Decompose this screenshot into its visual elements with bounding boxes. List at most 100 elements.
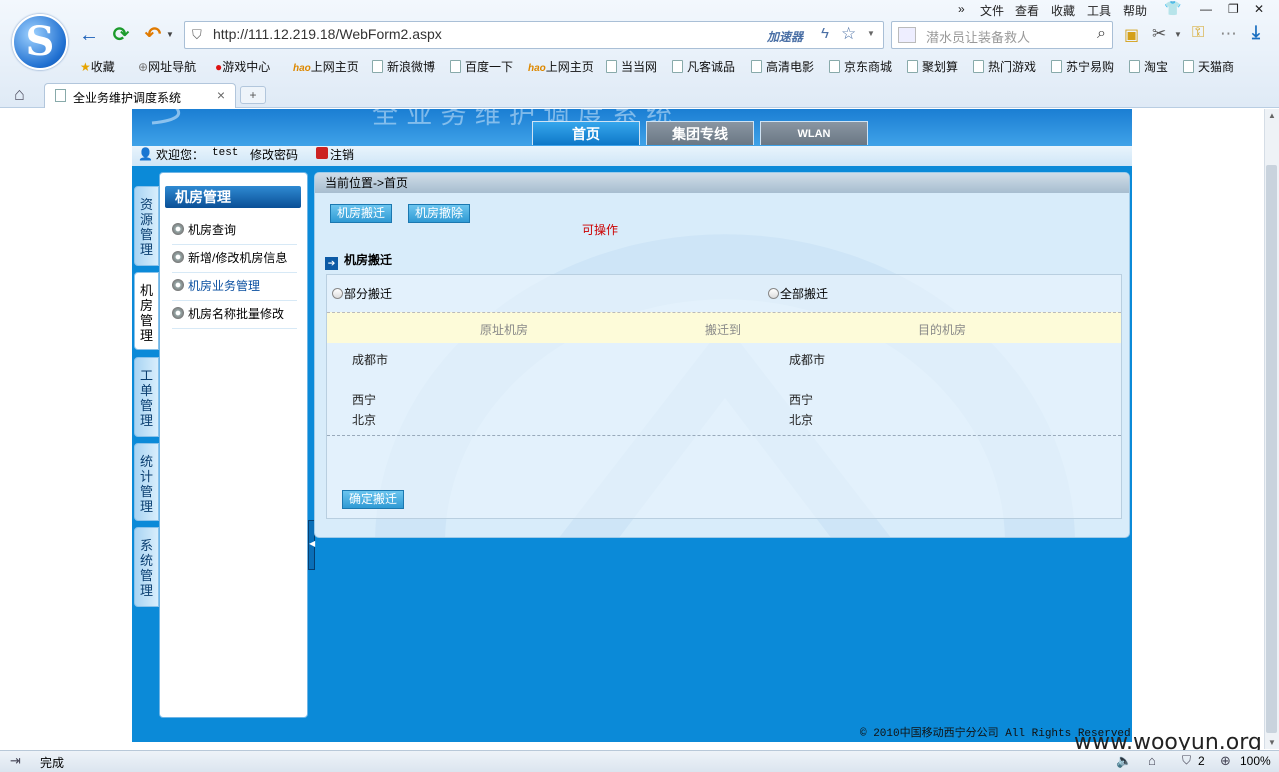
zoom-level[interactable]: 100% [1240,754,1271,768]
close-window-icon[interactable]: ✕ [1254,2,1264,16]
undo-icon[interactable]: ↶ [140,22,166,48]
change-password-link[interactable]: 修改密码 [250,146,298,163]
radio-icon[interactable] [768,288,779,299]
page-icon [829,60,840,73]
confirm-move-button[interactable]: 确定搬迁 [342,490,404,509]
arrow-right-icon: ➔ [325,257,338,270]
search-box[interactable]: 潜水员让装备救人 ⌕ [891,21,1113,49]
zoom-icon[interactable]: ⊕ [1220,753,1231,769]
gear-icon [172,279,184,291]
radio-icon[interactable] [332,288,343,299]
speaker-icon[interactable]: 🔈 [1116,753,1132,769]
target-room-item[interactable]: 西宁 [789,391,813,408]
url-text[interactable]: http://111.12.219.18/WebForm2.aspx [213,26,442,42]
network-icon[interactable]: ⌂ [1148,753,1156,768]
nav-tab-home[interactable]: 首页 [532,121,640,145]
vtab-work-order[interactable]: 工单管理 [134,357,159,437]
logout-icon[interactable] [316,147,328,159]
breadcrumb: 当前位置->首页 [315,173,1129,193]
left-menu-title: 机房管理 [165,186,301,208]
bookmark-vancl[interactable]: 凡客诚品 [672,58,735,75]
shirt-icon[interactable]: 👕 [1164,0,1181,17]
status-count: 2 [1198,754,1205,768]
bookmark-games[interactable]: ●游戏中心 [215,58,270,75]
vtab-statistics[interactable]: 统计管理 [134,443,159,521]
scroll-down-icon[interactable]: ▼ [1268,738,1276,747]
bookmark-hotgames[interactable]: 热门游戏 [973,58,1036,75]
restore-icon[interactable]: ❐ [1228,2,1239,16]
lightning-icon[interactable]: ϟ [821,25,829,42]
menu-more-icon[interactable]: » [958,2,965,16]
vtab-system[interactable]: 系统管理 [134,527,159,607]
menu-view[interactable]: 查看 [1015,2,1039,19]
origin-room-item[interactable]: 北京 [352,411,376,428]
bookmark-taobao[interactable]: 淘宝 [1129,58,1168,75]
nav-tab-dedicated-line[interactable]: 集团专线 [646,121,754,145]
page-icon [606,60,617,73]
accelerator-label[interactable]: 加速器 [767,28,803,45]
bookmark-weibo[interactable]: 新浪微博 [372,58,435,75]
refresh-icon[interactable]: ⟳ [108,22,134,48]
search-input[interactable]: 潜水员让装备救人 [926,27,1030,46]
scroll-up-icon[interactable]: ▲ [1268,111,1276,120]
bookmark-baidu[interactable]: 百度一下 [450,58,513,75]
vtab-resource[interactable]: 资源管理 [134,186,159,266]
bookmark-suning[interactable]: 苏宁易购 [1051,58,1114,75]
menu-item-room-query[interactable]: 机房查询 [172,221,297,245]
scissors-icon[interactable]: ✂ [1152,24,1166,44]
bookmark-favorites[interactable]: ★收藏 [80,58,115,75]
room-remove-button[interactable]: 机房撤除 [408,204,470,223]
bookmark-jd[interactable]: 京东商城 [829,58,892,75]
back-icon[interactable]: ← [76,22,102,48]
bookmark-movies[interactable]: 高清电影 [751,58,814,75]
address-bar[interactable]: ⛉ http://111.12.219.18/WebForm2.aspx 加速器… [184,21,884,49]
nav-tab-wlan[interactable]: WLAN [760,121,868,145]
logout-link[interactable]: 注销 [330,146,354,163]
scissors-dropdown-icon[interactable]: ▼ [1174,30,1182,39]
hao-icon: hao [528,63,546,74]
home-icon[interactable]: ⌂ [14,84,25,105]
radio-partial-move[interactable]: 部分搬迁 [332,285,392,302]
bookmark-hao2[interactable]: hao上网主页 [528,58,594,75]
new-tab-button[interactable]: + [240,86,266,104]
undo-dropdown-icon[interactable]: ▼ [166,30,174,39]
key-icon[interactable]: ⚿ [1192,24,1204,42]
scrollbar-thumb[interactable] [1266,165,1277,733]
tab-title: 全业务维护调度系统 [73,91,182,105]
menu-tools[interactable]: 工具 [1087,2,1111,19]
star-icon[interactable]: ☆ [841,24,856,44]
origin-room-item[interactable]: 西宁 [352,391,376,408]
origin-room-item[interactable]: 成都市 [352,351,388,368]
menu-item-room-business[interactable]: 机房业务管理 [172,277,297,301]
header-target-room: 目的机房 [918,323,967,337]
search-icon[interactable]: ⌕ [1097,25,1106,43]
address-dropdown-icon[interactable]: ▼ [867,29,875,38]
extension-icon[interactable]: ▣ [1124,25,1139,45]
browser-tab[interactable]: 全业务维护调度系统 × [44,83,236,108]
menu-item-room-rename[interactable]: 机房名称批量修改 [172,305,297,329]
bookmark-dangdang[interactable]: 当当网 [606,58,657,75]
bookmark-tmall[interactable]: 天猫商 [1183,58,1234,75]
target-room-item[interactable]: 成都市 [789,351,825,368]
bookmark-nav[interactable]: ⊕网址导航 [138,58,196,75]
bookmark-hao[interactable]: hao上网主页 [293,58,359,75]
browser-logo-icon: S [12,14,68,70]
menu-help[interactable]: 帮助 [1123,2,1147,19]
bookmark-juhuasuan[interactable]: 聚划算 [907,58,958,75]
menu-favorites[interactable]: 收藏 [1051,2,1075,19]
menu-file[interactable]: 文件 [980,2,1004,19]
sidebar-toggle-icon[interactable]: ⇥ [10,753,21,769]
minimize-icon[interactable]: — [1200,2,1212,16]
tab-close-icon[interactable]: × [217,87,225,103]
more-tools-icon[interactable]: ⋯ [1220,24,1237,44]
download-icon[interactable]: ⤓ [1252,22,1260,43]
radio-full-move[interactable]: 全部搬迁 [768,285,828,302]
vtab-machine-room[interactable]: 机房管理 [134,272,159,350]
search-engine-icon[interactable] [898,27,916,43]
page-icon [1051,60,1062,73]
star-icon: ★ [80,60,91,74]
target-room-item[interactable]: 北京 [789,411,813,428]
shield-status-icon[interactable]: ⛉ [1182,753,1191,768]
room-move-button[interactable]: 机房搬迁 [330,204,392,223]
menu-item-room-edit[interactable]: 新增/修改机房信息 [172,249,297,273]
